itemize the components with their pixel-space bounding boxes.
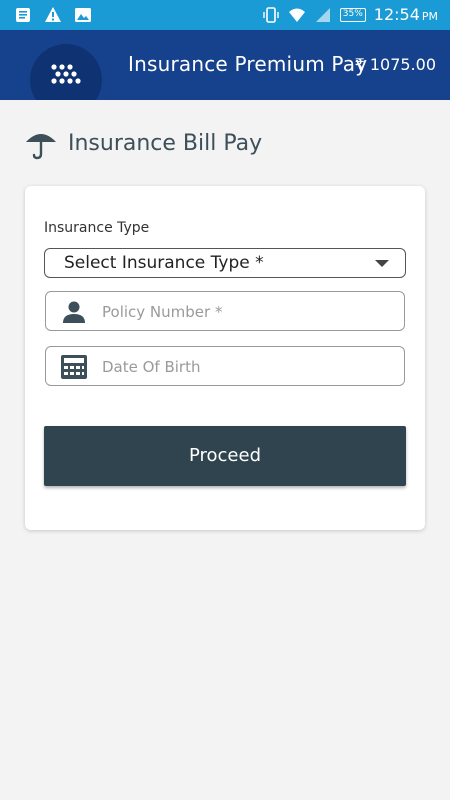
dots-logo-icon — [51, 64, 81, 84]
person-icon — [63, 301, 85, 323]
policy-number-input[interactable]: Policy Number * — [45, 291, 405, 331]
app-header: Insurance Premium Pay ₹ 1075.00 — [0, 30, 450, 100]
vibrate-icon — [263, 6, 279, 23]
page-title: Insurance Bill Pay — [68, 130, 263, 156]
battery-indicator: 35% — [339, 7, 366, 22]
status-bar: 35% 12:54 PM — [0, 0, 450, 30]
image-icon — [75, 8, 91, 22]
notification-icon — [16, 8, 30, 22]
premium-amount: ₹ 1075.00 — [354, 55, 436, 74]
calculator-icon — [61, 355, 87, 379]
insurance-form-card: Insurance Type Select Insurance Type * P… — [25, 186, 425, 530]
app-logo[interactable] — [30, 44, 102, 100]
wifi-icon — [288, 8, 305, 22]
signal-icon — [315, 7, 330, 22]
insurance-type-value: Select Insurance Type * — [64, 253, 264, 273]
insurance-type-label: Insurance Type — [44, 220, 150, 236]
date-of-birth-placeholder: Date Of Birth — [102, 358, 201, 376]
umbrella-icon — [26, 134, 56, 160]
policy-number-placeholder: Policy Number * — [102, 303, 223, 321]
clock-ampm: PM — [421, 10, 438, 23]
proceed-button[interactable]: Proceed — [44, 426, 406, 486]
warning-icon — [45, 7, 61, 22]
clock: 12:54 PM — [374, 5, 438, 24]
app-title: Insurance Premium Pay — [128, 52, 368, 76]
clock-time: 12:54 — [373, 5, 420, 24]
insurance-type-select[interactable]: Select Insurance Type * — [44, 248, 406, 278]
page-heading: Insurance Bill Pay — [24, 126, 262, 160]
date-of-birth-input[interactable]: Date Of Birth — [45, 346, 405, 386]
caret-down-icon — [375, 260, 389, 267]
